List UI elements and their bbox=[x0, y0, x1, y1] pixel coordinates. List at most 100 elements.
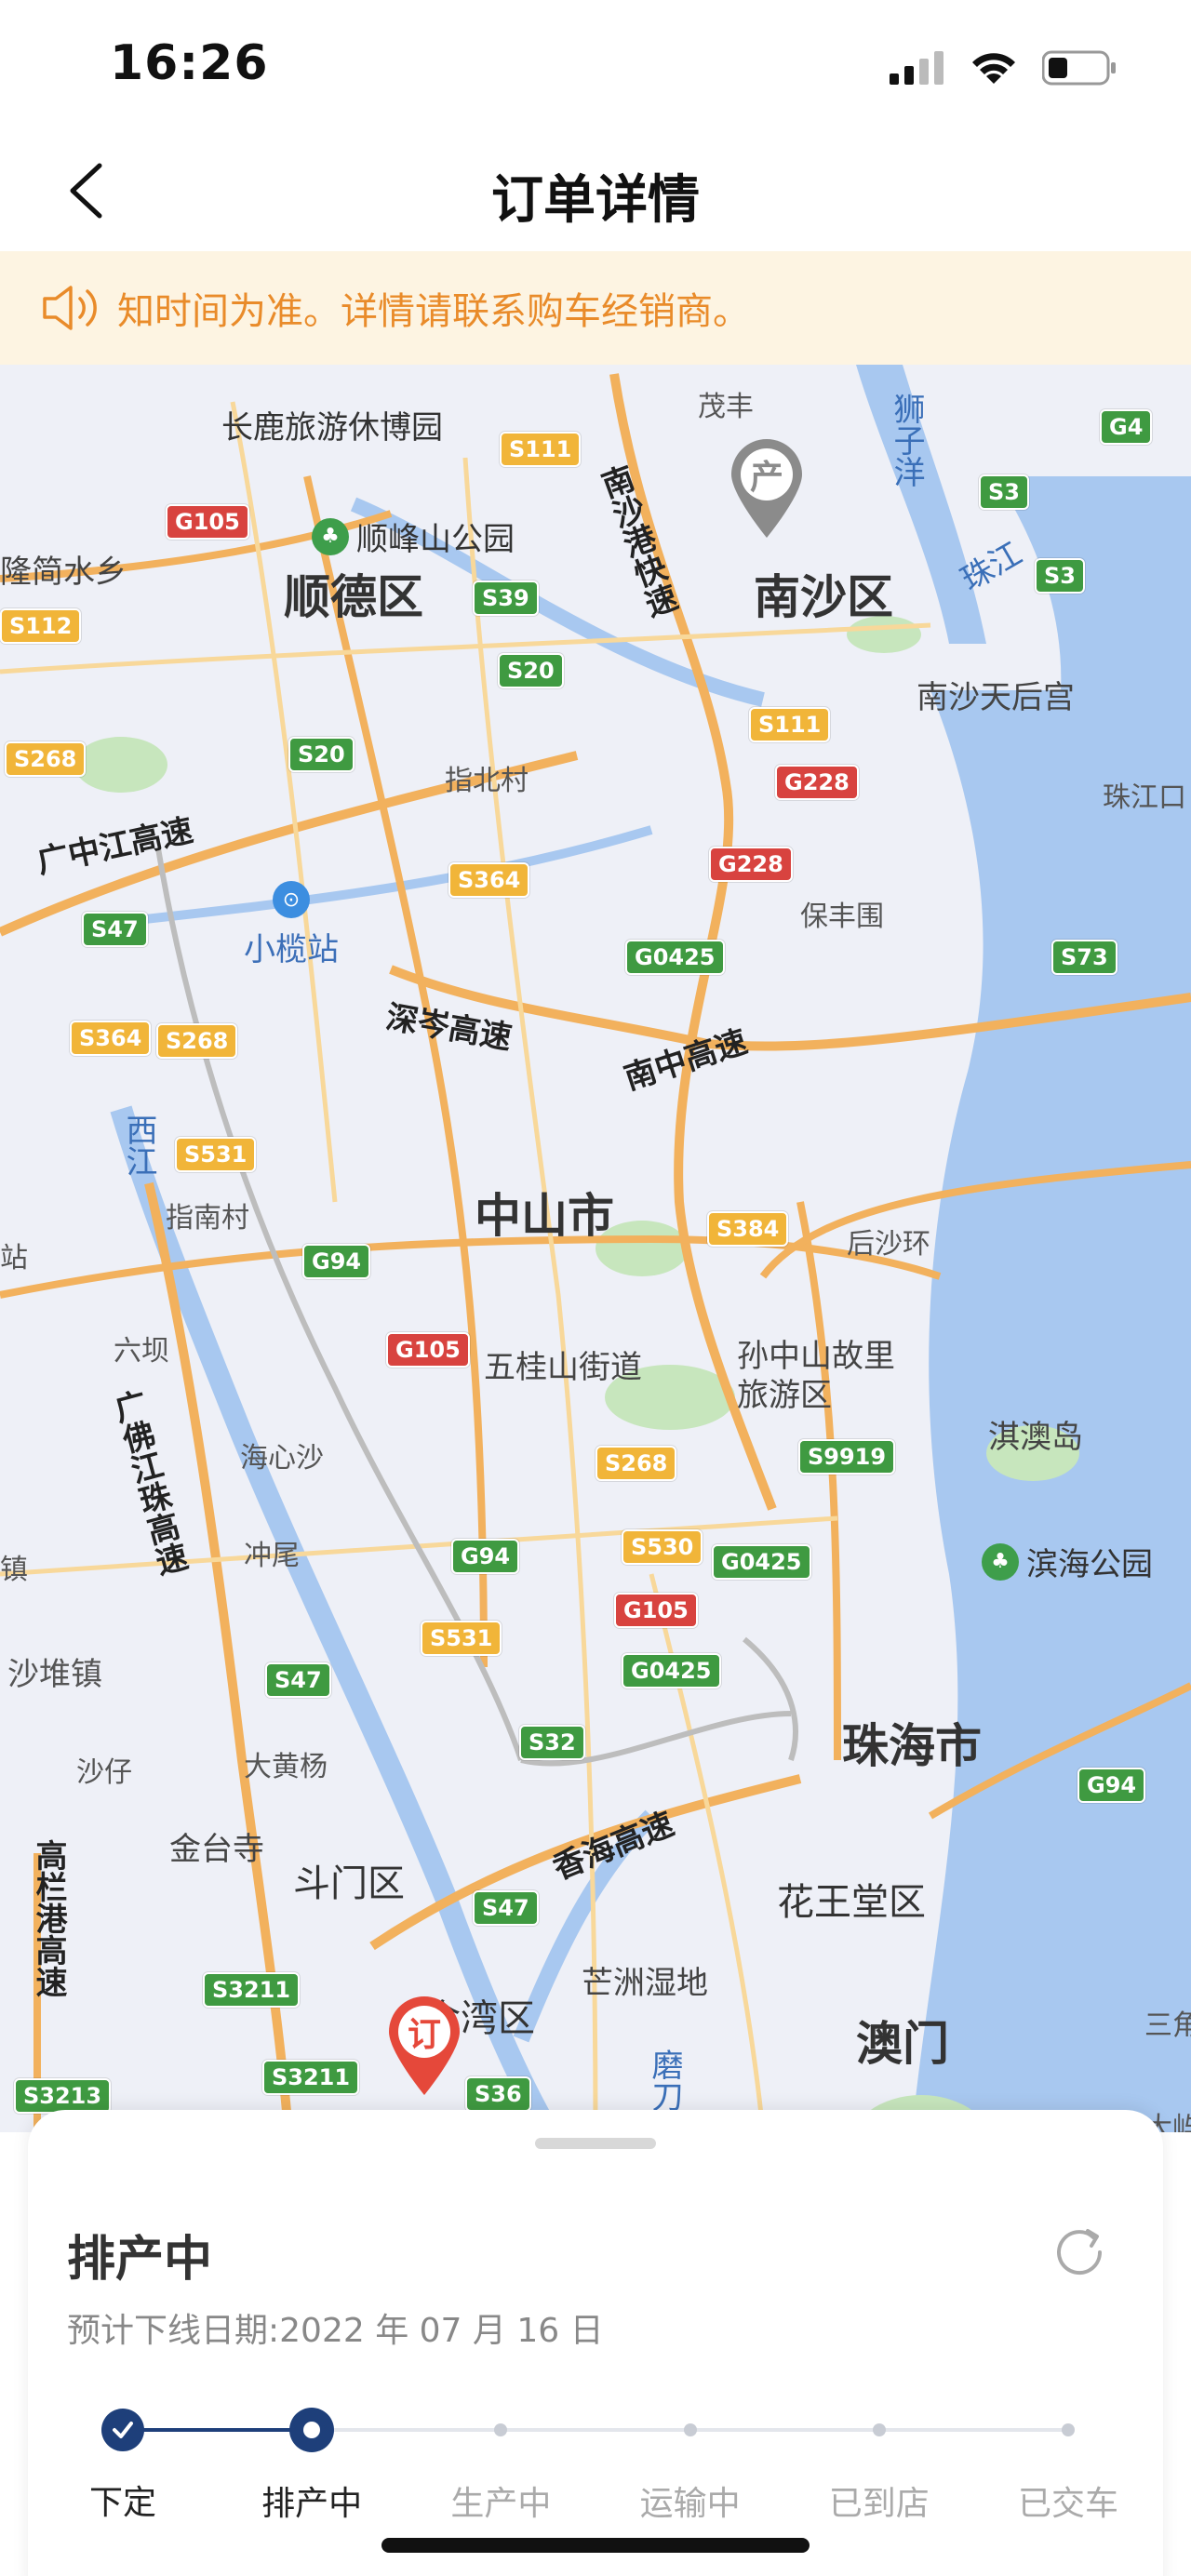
road-shield: S3 bbox=[1035, 558, 1085, 594]
road-shield: S364 bbox=[70, 1021, 152, 1056]
progress-step: 已到店 bbox=[786, 2406, 972, 2525]
map-label-place: 大黄杨 bbox=[244, 1751, 328, 1783]
progress-step: 运输中 bbox=[597, 2406, 783, 2525]
map-label-district: 斗门区 bbox=[293, 1862, 405, 1905]
map-label-city: 顺德区 bbox=[284, 570, 423, 624]
map-view[interactable]: 顺德区 南沙区 中山市 珠海市 斗门区 金湾区 花王堂区 澳门 长鹿旅游休博园 … bbox=[0, 365, 1191, 2132]
road-shield: S384 bbox=[707, 1211, 789, 1247]
map-label-place: 旅游区 bbox=[737, 1377, 832, 1414]
pin-label: 产 bbox=[749, 459, 783, 497]
map-label-city: 南沙区 bbox=[754, 570, 893, 624]
road-shield: S3213 bbox=[14, 2078, 112, 2114]
progress-step-label: 排产中 bbox=[261, 2485, 363, 2523]
status-icons bbox=[890, 45, 1117, 91]
tree-icon: ♣ bbox=[312, 517, 349, 555]
home-indicator bbox=[381, 2538, 810, 2553]
map-label-place: 南沙天后宫 bbox=[917, 679, 1075, 716]
map-label-place: 站 bbox=[0, 1242, 28, 1275]
map-label-place: 指南村 bbox=[166, 1202, 249, 1235]
road-shield: S73 bbox=[1051, 940, 1117, 975]
step-pending-dot bbox=[872, 2423, 886, 2436]
road-shield: S47 bbox=[473, 1890, 539, 1926]
estimated-date: 预计下线日期:2022 年 07 月 16 日 bbox=[67, 2312, 604, 2350]
road-shield: S20 bbox=[288, 737, 355, 772]
order-location-pin[interactable]: 订 bbox=[385, 1995, 463, 2097]
map-label-place: 镇 bbox=[0, 1554, 28, 1586]
progress-step-label: 运输中 bbox=[639, 2485, 741, 2523]
step-pending-dot bbox=[494, 2423, 508, 2436]
map-label-place: 后沙环 bbox=[847, 1228, 930, 1261]
map-label-place: 沙堆镇 bbox=[7, 1656, 102, 1693]
nav-bar: 订单详情 bbox=[0, 130, 1191, 251]
tree-icon: ♣ bbox=[982, 1542, 1019, 1581]
road-shield: S268 bbox=[596, 1446, 677, 1481]
road-shield: G0425 bbox=[712, 1544, 811, 1580]
poi-label: 小榄站 bbox=[244, 931, 339, 968]
pin-label: 订 bbox=[407, 2016, 441, 2054]
progress-step-label: 生产中 bbox=[450, 2485, 552, 2523]
road-shield: S3211 bbox=[203, 1972, 301, 2008]
road-shield: S47 bbox=[265, 1662, 331, 1698]
refresh-button[interactable] bbox=[1047, 2220, 1112, 2285]
poi-label: 顺峰山公园 bbox=[356, 521, 515, 558]
map-label-city: 珠海市 bbox=[842, 1719, 982, 1773]
signal-icon bbox=[890, 51, 943, 85]
highway-label: 高栏港高速 bbox=[30, 1839, 67, 1997]
progress-step-label: 下定 bbox=[88, 2484, 156, 2522]
step-pending-dot bbox=[1062, 2423, 1075, 2436]
road-shield: G105 bbox=[614, 1593, 698, 1628]
map-label-place: 指北村 bbox=[445, 765, 529, 797]
refresh-icon bbox=[1057, 2229, 1103, 2276]
road-shield: G228 bbox=[709, 847, 793, 882]
status-bar: 16:26 bbox=[0, 0, 1191, 130]
poi-label: 滨海公园 bbox=[1026, 1546, 1153, 1583]
notice-text: 知时间为准。详情请联系购车经销商。 bbox=[117, 290, 750, 333]
map-label-place: 狮子洋 bbox=[888, 393, 925, 487]
map-label-place: 金台寺 bbox=[169, 1831, 264, 1868]
map-label-place: 长鹿旅游休博园 bbox=[221, 409, 443, 447]
map-label-place: 隆简水乡 bbox=[0, 554, 127, 591]
map-label-place: 淇澳岛 bbox=[988, 1419, 1083, 1456]
status-time: 16:26 bbox=[110, 35, 269, 91]
notice-banner[interactable]: 知时间为准。详情请联系购车经销商。 bbox=[0, 251, 1191, 365]
map-label-place: 三角 bbox=[1144, 2009, 1191, 2042]
progress-step: 生产中 bbox=[408, 2406, 594, 2525]
map-label-place: 芒洲湿地 bbox=[582, 1965, 708, 2002]
poi-park[interactable]: ♣ 顺峰山公园 bbox=[312, 514, 515, 559]
road-shield: S36 bbox=[465, 2076, 531, 2112]
road-shield: S39 bbox=[473, 581, 539, 616]
road-shield: G4 bbox=[1100, 409, 1153, 445]
road-shield: G228 bbox=[775, 765, 859, 800]
road-shield: S47 bbox=[82, 912, 148, 947]
road-shield: G94 bbox=[451, 1539, 520, 1574]
wifi-icon bbox=[972, 53, 1015, 84]
road-shield: S531 bbox=[421, 1621, 502, 1656]
speaker-icon bbox=[43, 286, 97, 330]
road-shield: S268 bbox=[5, 741, 87, 777]
production-location-pin[interactable]: 产 bbox=[728, 437, 806, 540]
battery-icon bbox=[1042, 50, 1116, 86]
poi-station[interactable]: ⊙ 小榄站 bbox=[244, 881, 339, 969]
map-label-place: 六坝 bbox=[114, 1335, 169, 1368]
road-shield: G94 bbox=[1077, 1768, 1146, 1803]
order-status-sheet: 排产中 预计下线日期:2022 年 07 月 16 日 下定 排产中 生产中 运输中已… bbox=[28, 2110, 1163, 2576]
road-shield: S531 bbox=[175, 1137, 257, 1172]
map-label-place: 保丰围 bbox=[800, 901, 884, 933]
road-shield: S364 bbox=[448, 862, 530, 898]
sheet-drag-handle[interactable] bbox=[535, 2138, 656, 2149]
road-shield: G94 bbox=[302, 1244, 371, 1279]
progress-step: 下定 bbox=[30, 2406, 216, 2524]
road-shield: S111 bbox=[500, 432, 582, 467]
road-shield: S111 bbox=[749, 707, 831, 742]
map-label-place: 磨刀 bbox=[646, 2049, 683, 2112]
road-shield: S112 bbox=[0, 608, 82, 644]
progress-step: 已交车 bbox=[975, 2406, 1161, 2525]
step-pending-dot bbox=[683, 2423, 697, 2436]
poi-park[interactable]: ♣ 滨海公园 bbox=[982, 1539, 1153, 1584]
order-status-title: 排产中 bbox=[67, 2232, 213, 2288]
road-shield: G105 bbox=[386, 1332, 470, 1368]
progress-step-label: 已交车 bbox=[1017, 2485, 1118, 2523]
map-label-place: 沙仔 bbox=[76, 1756, 132, 1789]
road-shield: S530 bbox=[622, 1529, 703, 1565]
map-label-place: 冲尾 bbox=[244, 1540, 300, 1572]
